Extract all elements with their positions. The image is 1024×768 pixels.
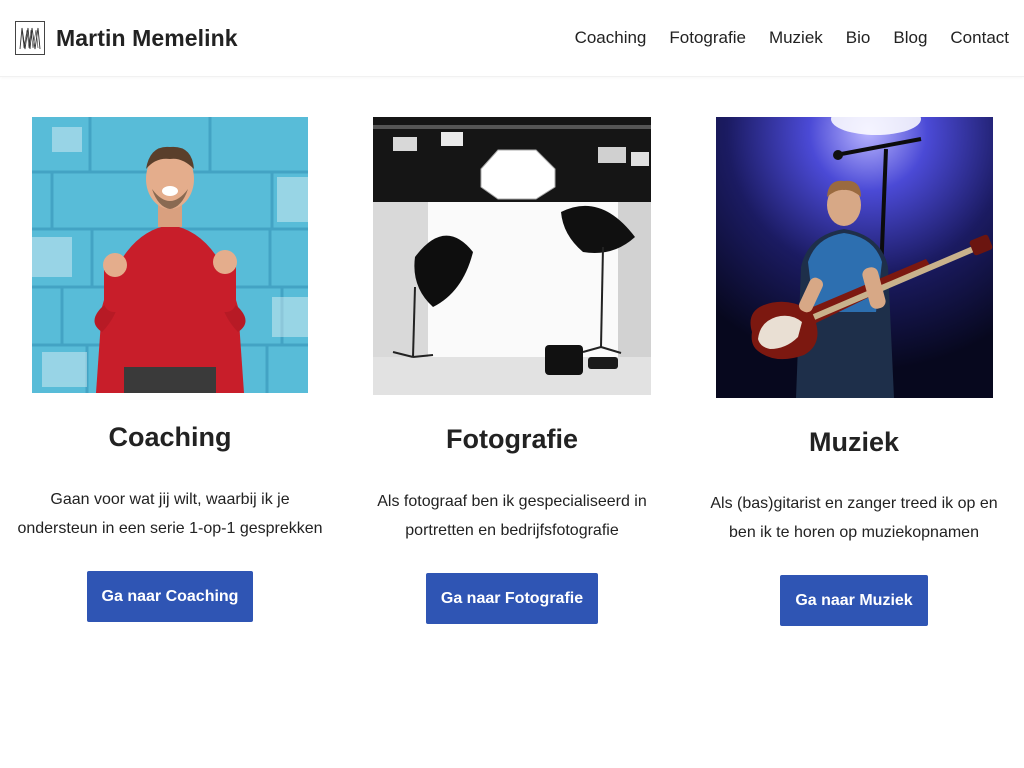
coaching-photo bbox=[32, 117, 308, 393]
coaching-description-line-1: Gaan voor wat jij wilt, waarbij ik je bbox=[50, 491, 290, 508]
fotografie-description-line-1: Als fotograaf ben ik gespecialiseerd in bbox=[377, 493, 647, 510]
service-card-muziek: Muziek Als (bas)gitarist en zanger treed… bbox=[684, 0, 1024, 768]
muziek-description-line-2: ben ik te horen op muziekopnamen bbox=[729, 524, 979, 541]
service-card-fotografie: Fotografie Als fotograaf ben ik gespecia… bbox=[340, 0, 684, 768]
fotografie-description-line-2: portretten en bedrijfsfotografie bbox=[405, 522, 619, 539]
go-to-coaching-button[interactable]: Ga naar Coaching bbox=[87, 571, 253, 622]
service-card-coaching: Coaching Gaan voor wat jij wilt, waarbij… bbox=[0, 0, 340, 768]
go-to-muziek-button[interactable]: Ga naar Muziek bbox=[780, 575, 928, 626]
muziek-title: Muziek bbox=[808, 427, 900, 457]
muziek-description-line-1: Als (bas)gitarist en zanger treed ik op … bbox=[710, 495, 998, 512]
muziek-description: Als (bas)gitarist en zanger treed ik op … bbox=[684, 489, 1024, 547]
coaching-title: Coaching bbox=[108, 422, 232, 452]
fotografie-description: Als fotograaf ben ik gespecialiseerd in … bbox=[340, 487, 684, 545]
coaching-description: Gaan voor wat jij wilt, waarbij ik je on… bbox=[0, 485, 340, 543]
coaching-description-line-2: ondersteun in een serie 1-op-1 gesprekke… bbox=[17, 520, 323, 537]
fotografie-title: Fotografie bbox=[446, 424, 578, 454]
go-to-fotografie-button[interactable]: Ga naar Fotografie bbox=[426, 573, 598, 624]
fotografie-photo bbox=[373, 117, 651, 395]
muziek-photo bbox=[716, 117, 993, 398]
